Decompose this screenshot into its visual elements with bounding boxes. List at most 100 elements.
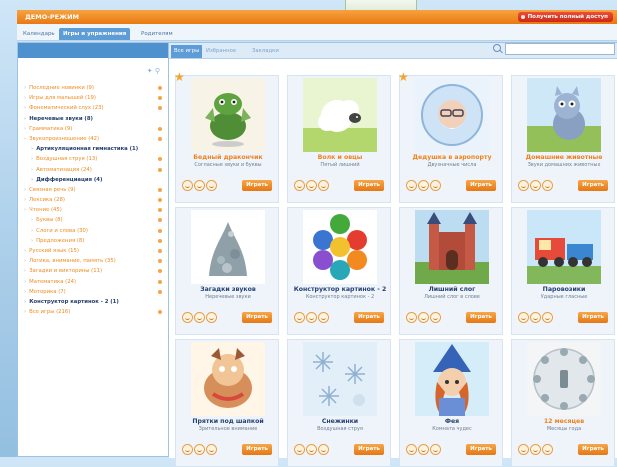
tab-favorites[interactable]: Избранное [203, 45, 239, 58]
search-icon[interactable] [493, 44, 501, 52]
game-title[interactable]: Бедный дракончик [176, 154, 280, 161]
game-title[interactable]: Лишний слог [400, 286, 504, 293]
game-title[interactable]: Домашние животные [512, 154, 616, 161]
sidebar-item[interactable]: › Связная речь (9) [24, 185, 166, 195]
game-thumbnail[interactable] [527, 210, 601, 284]
smiley-icon[interactable] [430, 444, 441, 455]
smiley-icon[interactable] [306, 312, 317, 323]
game-title[interactable]: Загадки звуков [176, 286, 280, 293]
game-card[interactable]: 12 месяцев Месяцы года Играть [511, 339, 615, 467]
tab-parents[interactable]: Родителям [137, 28, 177, 40]
smiley-icon[interactable] [430, 180, 441, 191]
sidebar-item[interactable]: › Грамматика (9) [24, 124, 166, 134]
sidebar-item[interactable]: › Загадки и викторины (11) [24, 266, 166, 276]
game-title[interactable]: Дедушка в аэропорту [400, 154, 504, 161]
game-card[interactable]: Фея Комната чудес Играть [399, 339, 503, 467]
sidebar-item[interactable]: › Лексика (28) [24, 195, 166, 205]
sidebar-item[interactable]: › Игры для малышей (19) [24, 93, 166, 103]
game-title[interactable]: Снежинки [288, 418, 392, 425]
play-button[interactable]: Играть [354, 180, 384, 191]
smiley-icon[interactable] [518, 444, 529, 455]
sidebar-item[interactable]: › Русский язык (15) [24, 246, 166, 256]
smiley-icon[interactable] [542, 180, 553, 191]
game-card[interactable]: Лишний слог Лишний слог в слове Играть [399, 207, 503, 335]
smiley-icon[interactable] [306, 444, 317, 455]
smiley-icon[interactable] [318, 444, 329, 455]
play-button[interactable]: Играть [354, 312, 384, 323]
smiley-icon[interactable] [418, 444, 429, 455]
get-full-access-button[interactable]: Получить полный доступ [517, 12, 613, 22]
sidebar-item[interactable]: › Звукопроизношение (42) [24, 134, 166, 144]
play-button[interactable]: Играть [466, 180, 496, 191]
sidebar-item[interactable]: › Дифференциация (4) [24, 175, 166, 185]
smiley-icon[interactable] [530, 180, 541, 191]
play-button[interactable]: Играть [466, 312, 496, 323]
game-thumbnail[interactable] [527, 78, 601, 152]
tab-games[interactable]: Игры и упражнения [59, 28, 131, 40]
tab-all-games[interactable]: Все игры [171, 45, 203, 58]
smiley-icon[interactable] [318, 180, 329, 191]
play-button[interactable]: Играть [242, 180, 272, 191]
game-thumbnail[interactable] [415, 78, 489, 152]
game-title[interactable]: Волк и овцы [288, 154, 392, 161]
smiley-icon[interactable] [182, 444, 193, 455]
play-button[interactable]: Играть [578, 180, 608, 191]
smiley-icon[interactable] [206, 312, 217, 323]
smiley-icon[interactable] [418, 180, 429, 191]
game-thumbnail[interactable] [191, 342, 265, 416]
smiley-icon[interactable] [518, 180, 529, 191]
sidebar-item[interactable]: › Предложения (8) [24, 236, 166, 246]
smiley-icon[interactable] [306, 180, 317, 191]
smiley-icon[interactable] [294, 444, 305, 455]
sidebar-item[interactable]: › Конструктор картинок - 2 (1) [24, 297, 166, 307]
sidebar-item[interactable]: › Последние новинки (9) [24, 83, 166, 93]
play-button[interactable]: Играть [578, 444, 608, 455]
game-thumbnail[interactable] [527, 342, 601, 416]
sidebar-item[interactable]: › Моторика (7) [24, 287, 166, 297]
game-title[interactable]: Паровозики [512, 286, 616, 293]
smiley-icon[interactable] [530, 312, 541, 323]
smiley-icon[interactable] [182, 180, 193, 191]
game-card[interactable]: Снежинки Воздушная струя Играть [287, 339, 391, 467]
tab-bookmarks[interactable]: Закладки [249, 45, 282, 58]
smiley-icon[interactable] [542, 444, 553, 455]
play-button[interactable]: Играть [578, 312, 608, 323]
game-thumbnail[interactable] [191, 78, 265, 152]
game-thumbnail[interactable] [415, 342, 489, 416]
smiley-icon[interactable] [518, 312, 529, 323]
tab-calendar[interactable]: Календарь [19, 28, 59, 40]
play-button[interactable]: Играть [466, 444, 496, 455]
sidebar-item[interactable]: › Фонематический слух (23) [24, 103, 166, 113]
search-input[interactable] [505, 43, 615, 55]
game-thumbnail[interactable] [415, 210, 489, 284]
smiley-icon[interactable] [206, 444, 217, 455]
game-card[interactable]: Конструктор картинок - 2 Конструктор карт… [287, 207, 391, 335]
game-thumbnail[interactable] [303, 342, 377, 416]
game-card[interactable]: Прятки под шапкой Зрительное внимание Игра… [175, 339, 279, 467]
sidebar-item[interactable]: › Логика, внимание, память (35) [24, 256, 166, 266]
smiley-icon[interactable] [194, 444, 205, 455]
game-card[interactable]: Паровозики Ударные гласные Играть [511, 207, 615, 335]
star-icon[interactable]: ✦ [147, 67, 153, 75]
game-title[interactable]: Конструктор картинок - 2 [288, 286, 392, 293]
smiley-icon[interactable] [418, 312, 429, 323]
sidebar-item[interactable]: › Чтение (45) [24, 205, 166, 215]
smiley-icon[interactable] [406, 180, 417, 191]
game-title[interactable]: Прятки под шапкой [176, 418, 280, 425]
smiley-icon[interactable] [542, 312, 553, 323]
smiley-icon[interactable] [294, 180, 305, 191]
smiley-icon[interactable] [406, 444, 417, 455]
game-card[interactable]: Загадки звуков Неречевые звуки Играть [175, 207, 279, 335]
smiley-icon[interactable] [182, 312, 193, 323]
game-title[interactable]: Фея [400, 418, 504, 425]
play-button[interactable]: Играть [242, 444, 272, 455]
smiley-icon[interactable] [206, 180, 217, 191]
smiley-icon[interactable] [430, 312, 441, 323]
smiley-icon[interactable] [194, 180, 205, 191]
sidebar-item[interactable]: › Артикуляционная гимнастика (1) [24, 144, 166, 154]
play-button[interactable]: Играть [354, 444, 384, 455]
smiley-icon[interactable] [406, 312, 417, 323]
game-card[interactable]: Домашние животные Звуки домашних животных… [511, 75, 615, 203]
sidebar-item[interactable]: › Буквы (8) [24, 215, 166, 225]
smiley-icon[interactable] [294, 312, 305, 323]
